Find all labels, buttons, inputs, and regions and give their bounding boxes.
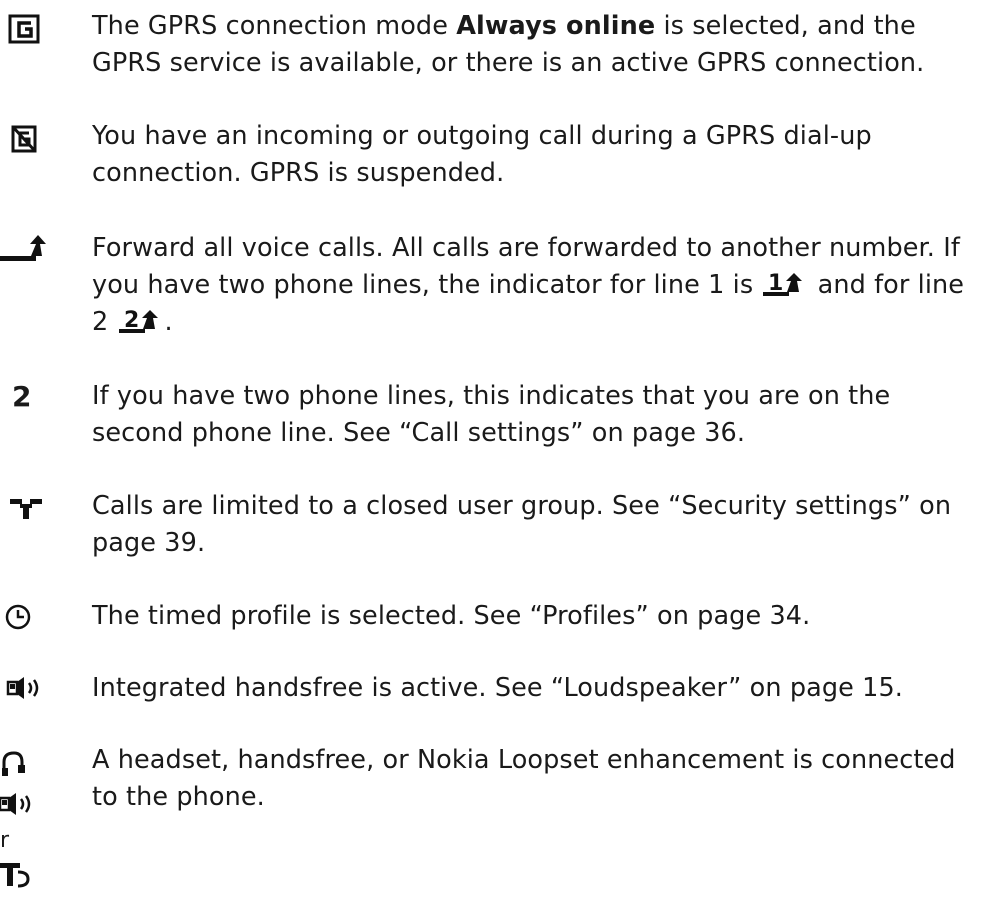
line-1-forward-icon: 1 (763, 271, 807, 297)
indicator-description: Calls are limited to a closed user group… (92, 491, 952, 558)
loudspeaker-icon (6, 674, 66, 714)
headset-icon (0, 750, 60, 780)
indicator-description: Forward all voice calls. All calls are f… (92, 233, 965, 337)
second-phone-line-icon: 2 (12, 380, 32, 413)
indicator-description: You have an incoming or outgoing call du… (92, 121, 872, 188)
closed-user-group-icon (8, 496, 68, 536)
always-online-term: Always online (456, 11, 656, 41)
gprs-always-online-icon (8, 14, 68, 54)
call-forward-icon (0, 234, 60, 274)
indicator-description: The timed profile is selected. See “Prof… (92, 601, 811, 631)
loopset-icon (0, 860, 60, 890)
timed-profile-icon (4, 602, 64, 642)
or-label: r (0, 828, 10, 853)
handsfree-icon (0, 790, 60, 820)
line-2-forward-icon: 2 (118, 308, 163, 334)
indicator-description: The GPRS connection mode Always online i… (92, 11, 925, 78)
indicator-description: If you have two phone lines, this indica… (92, 381, 891, 448)
indicator-description: A headset, handsfree, or Nokia Loopset e… (92, 745, 956, 812)
document-page: The GPRS connection mode Always online i… (0, 0, 988, 920)
indicator-description: Integrated handsfree is active. See “Lou… (92, 673, 903, 703)
gprs-suspended-icon (10, 124, 70, 164)
